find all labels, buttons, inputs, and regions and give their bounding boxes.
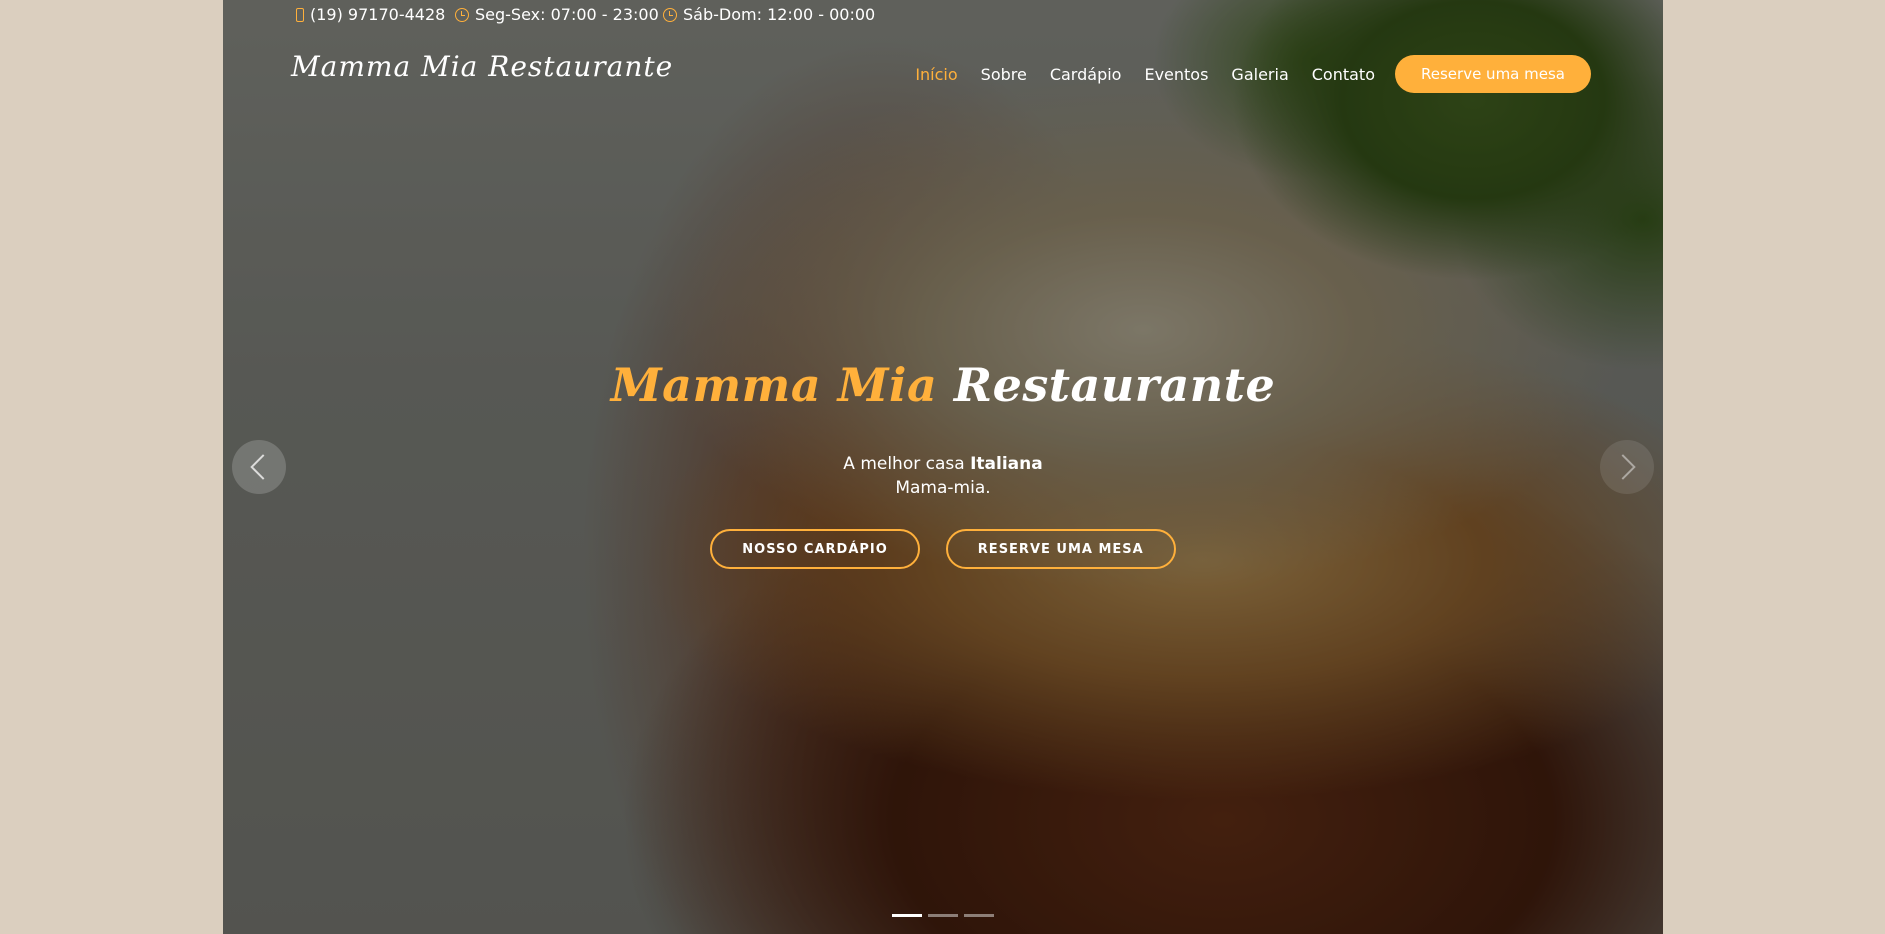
- site-header: Mamma Mia Restaurante Início Sobre Cardá…: [223, 40, 1663, 110]
- phone-info: (19) 97170-4428: [296, 5, 445, 24]
- site-container: (19) 97170-4428 Seg-Sex: 07:00 - 23:00 S…: [223, 0, 1663, 934]
- hero-subtitle-bold: Italiana: [970, 454, 1043, 474]
- hero-subtitle: A melhor casa Italiana Mama-mia.: [223, 452, 1663, 500]
- phone-icon: [296, 7, 304, 22]
- nav-sobre[interactable]: Sobre: [981, 65, 1027, 84]
- carousel-indicator-1[interactable]: [892, 914, 922, 917]
- main-nav: Início Sobre Cardápio Eventos Galeria Co…: [892, 55, 1591, 93]
- weekday-hours: Seg-Sex: 07:00 - 23:00: [475, 5, 659, 24]
- weekend-hours-info: Sáb-Dom: 12:00 - 00:00: [663, 5, 875, 24]
- menu-button[interactable]: NOSSO CARDÁPIO: [710, 529, 920, 569]
- hero-title-accent: Mamma Mia: [610, 358, 938, 412]
- chevron-left-icon: [250, 454, 276, 480]
- phone-number: (19) 97170-4428: [310, 5, 446, 24]
- chevron-right-icon: [1610, 454, 1636, 480]
- nav-galeria[interactable]: Galeria: [1231, 65, 1288, 84]
- book-table-button[interactable]: Reserve uma mesa: [1395, 55, 1591, 93]
- clock-icon: [663, 7, 677, 22]
- hero-buttons: NOSSO CARDÁPIO RESERVE UMA MESA: [223, 529, 1663, 569]
- hero-slide: Mamma Mia Restaurante A melhor casa Ital…: [223, 0, 1663, 934]
- hero-subtitle-line2: Mama-mia.: [895, 478, 991, 498]
- clock-icon: [455, 7, 469, 22]
- weekend-hours: Sáb-Dom: 12:00 - 00:00: [683, 5, 876, 24]
- carousel-next-button[interactable]: [1600, 440, 1654, 494]
- nav-inicio[interactable]: Início: [915, 65, 957, 84]
- carousel-indicator-2[interactable]: [928, 914, 958, 917]
- hero-title: Mamma Mia Restaurante: [223, 358, 1663, 412]
- top-info-bar: (19) 97170-4428 Seg-Sex: 07:00 - 23:00 S…: [223, 0, 1663, 30]
- carousel-indicators: [223, 914, 1663, 917]
- hero-title-rest: Restaurante: [953, 358, 1276, 412]
- site-logo[interactable]: Mamma Mia Restaurante: [291, 50, 673, 83]
- reserve-button[interactable]: RESERVE UMA MESA: [945, 529, 1176, 569]
- carousel-indicator-3[interactable]: [964, 914, 994, 917]
- hero-subtitle-prefix: A melhor casa: [843, 454, 965, 474]
- nav-eventos[interactable]: Eventos: [1144, 65, 1208, 84]
- nav-contato[interactable]: Contato: [1312, 65, 1375, 84]
- carousel-prev-button[interactable]: [232, 440, 286, 494]
- weekday-hours-info: Seg-Sex: 07:00 - 23:00: [455, 5, 659, 24]
- nav-cardapio[interactable]: Cardápio: [1050, 65, 1122, 84]
